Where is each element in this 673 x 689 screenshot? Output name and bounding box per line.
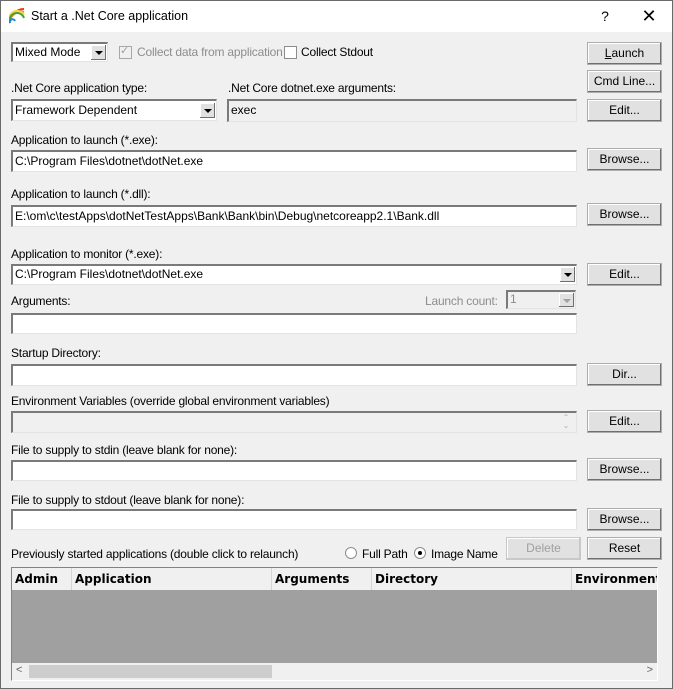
dialog-window: Start a .Net Core application ? ✕ Mixed … [0,0,673,689]
launch-exe-field[interactable]: C:\Program Files\dotnet\dotNet.exe [11,150,577,172]
scroll-arrows-icon[interactable]: ⌃ ⌄ [560,414,572,431]
launch-button[interactable]: Launch [587,42,662,65]
arguments-field[interactable] [11,313,577,334]
dir-button[interactable]: Dir... [587,363,662,386]
column-header-arguments[interactable]: Arguments [272,568,372,590]
stdout-field[interactable] [11,509,577,530]
scrollbar-thumb[interactable] [29,665,272,678]
stdin-field[interactable] [11,460,577,481]
browse-stdout-button[interactable]: Browse... [587,508,662,531]
collect-stdout-label: Collect Stdout [301,45,373,59]
launch-dll-field[interactable]: E:\om\c\testApps\dotNetTestApps\Bank\Ban… [11,205,577,227]
browse-stdin-button[interactable]: Browse... [587,458,662,481]
column-header-environment[interactable]: Environment [572,568,657,590]
launch-dll-label: Application to launch (*.dll): [11,187,151,201]
history-list[interactable]: Admin Application Arguments Directory En… [11,567,658,681]
close-button[interactable]: ✕ [637,5,661,27]
horizontal-scrollbar[interactable]: < > [12,663,657,680]
launch-count-value: 1 [510,292,517,306]
column-header-admin[interactable]: Admin [12,568,72,590]
stdin-label: File to supply to stdin (leave blank for… [11,443,238,457]
chevron-down-icon[interactable] [559,293,574,307]
image-name-radio[interactable] [414,547,426,559]
app-type-value: Framework Dependent [15,103,138,117]
launch-count-select[interactable]: 1 [506,290,576,309]
launch-count-label: Launch count: [425,294,498,308]
launch-exe-label: Application to launch (*.exe): [11,133,158,147]
monitor-label: Application to monitor (*.exe): [11,247,163,261]
dotnet-args-label: .Net Core dotnet.exe arguments: [228,81,396,95]
edit-env-button[interactable]: Edit... [587,410,662,433]
monitor-value: C:\Program Files\dotnet\dotNet.exe [15,267,204,281]
dotnet-args-field[interactable]: exec [227,99,577,122]
browse-exe-button[interactable]: Browse... [587,148,662,171]
radio-selected-dot [418,551,422,555]
column-header-directory[interactable]: Directory [372,568,572,590]
check-icon: ✓ [120,45,130,57]
delete-button[interactable]: Delete [506,537,581,560]
launch-button-label: Launch [604,46,645,60]
chevron-down-icon[interactable] [560,267,575,282]
browse-dll-button[interactable]: Browse... [587,203,662,226]
stdout-label: File to supply to stdout (leave blank fo… [11,493,245,507]
reset-button[interactable]: Reset [587,537,662,560]
chevron-down-icon[interactable] [91,45,106,60]
mode-select[interactable]: Mixed Mode [11,42,108,62]
scroll-left-icon[interactable]: < [16,664,22,676]
env-vars-field[interactable]: ⌃ ⌄ [11,411,577,433]
startup-dir-label: Startup Directory: [11,346,101,360]
monitor-select[interactable]: C:\Program Files\dotnet\dotNet.exe [11,264,577,285]
collect-data-checkbox[interactable]: ✓ [119,45,132,59]
app-logo-icon [9,8,25,24]
cmd-line-button[interactable]: Cmd Line... [587,70,662,93]
collect-data-label: Collect data from application [137,45,283,59]
image-name-label: Image Name [431,547,498,561]
help-button[interactable]: ? [593,5,617,27]
title-bar: Start a .Net Core application ? ✕ [1,1,672,32]
list-body[interactable] [12,590,657,663]
edit-monitor-button[interactable]: Edit... [587,263,662,286]
column-header-application[interactable]: Application [72,568,272,590]
window-title: Start a .Net Core application [31,9,189,23]
edit-args-button[interactable]: Edit... [587,99,662,122]
full-path-radio[interactable] [345,547,357,559]
chevron-down-icon[interactable] [200,103,215,118]
startup-dir-field[interactable] [11,364,577,386]
scroll-right-icon[interactable]: > [647,664,653,676]
collect-stdout-checkbox[interactable] [284,46,297,59]
history-label: Previously started applications (double … [11,547,299,561]
list-header: Admin Application Arguments Directory En… [12,568,657,590]
mode-select-value: Mixed Mode [15,45,81,59]
app-type-label: .Net Core application type: [11,81,148,95]
full-path-label: Full Path [362,547,408,561]
env-vars-label: Environment Variables (override global e… [11,394,330,408]
arguments-label: Arguments: [11,294,71,308]
app-type-select[interactable]: Framework Dependent [11,99,217,121]
